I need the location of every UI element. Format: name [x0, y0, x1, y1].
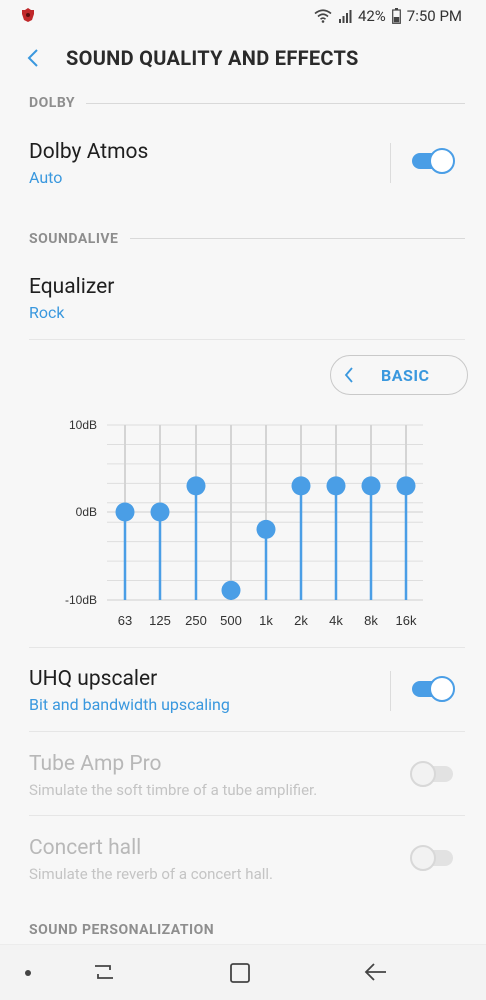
recent-apps-icon[interactable] [92, 961, 116, 983]
eq-band-knob[interactable] [186, 476, 206, 496]
eq-band-label: 1k [259, 613, 273, 628]
eq-band-label: 4k [329, 613, 343, 628]
back-chevron-icon[interactable] [22, 46, 46, 70]
basic-button-label: BASIC [381, 366, 430, 385]
eq-y-label: -10dB [65, 593, 97, 607]
uhq-subtitle: Bit and bandwidth upscaling [29, 695, 230, 714]
eq-band-knob[interactable] [256, 519, 276, 539]
eq-band-knob[interactable] [150, 502, 170, 522]
row-divider [29, 647, 465, 648]
eq-band-label: 125 [149, 613, 171, 628]
section-divider [86, 103, 465, 104]
chevron-left-icon [344, 367, 353, 383]
section-divider [130, 238, 465, 239]
section-sound-personalization: SOUND PERSONALIZATION [29, 922, 215, 938]
eq-band-label: 8k [364, 613, 378, 628]
tube-amp-subtitle: Simulate the soft timbre of a tube ampli… [29, 781, 318, 799]
row-divider [390, 671, 391, 711]
status-time: 7:50 PM [406, 7, 462, 25]
eq-band-label: 63 [118, 613, 132, 628]
signal-icon [338, 10, 352, 23]
eq-band-label: 16k [396, 613, 417, 628]
eq-band-knob[interactable] [361, 476, 381, 496]
battery-icon [391, 8, 401, 24]
eq-band-knob[interactable] [396, 476, 416, 496]
eq-band-knob[interactable] [291, 476, 311, 496]
wifi-icon [314, 9, 332, 23]
dolby-atmos-toggle[interactable] [410, 148, 455, 174]
basic-button[interactable]: BASIC [330, 355, 468, 395]
header: SOUND QUALITY AND EFFECTS [0, 32, 486, 84]
equalizer-graph[interactable]: 10dB 0dB -10dB 63 125 250 500 1k 2k 4k 8k 16k [0, 410, 486, 640]
equalizer-title: Equalizer [29, 275, 115, 299]
eq-band-label: 250 [185, 613, 207, 628]
battery-percent: 42% [357, 7, 386, 25]
section-soundalive: SOUNDALIVE [29, 231, 119, 247]
uhq-toggle[interactable] [410, 676, 455, 702]
concert-hall-title: Concert hall [29, 836, 142, 860]
eq-y-label: 10dB [69, 418, 97, 432]
navigation-bar [0, 944, 486, 1000]
toggle-thumb [410, 845, 436, 871]
eq-band-knob[interactable] [326, 476, 346, 496]
tube-amp-title: Tube Amp Pro [29, 752, 162, 776]
status-bar: 42% 7:50 PM [0, 0, 486, 32]
eq-band-label: 2k [294, 613, 308, 628]
eq-band-knob[interactable] [221, 580, 241, 600]
row-divider [390, 143, 391, 183]
tube-amp-toggle [410, 761, 455, 787]
toggle-thumb [410, 761, 436, 787]
dolby-atmos-title: Dolby Atmos [29, 140, 149, 164]
concert-hall-toggle [410, 845, 455, 871]
equalizer-preset: Rock [29, 303, 65, 322]
page-title: SOUND QUALITY AND EFFECTS [66, 46, 359, 70]
dot-icon [25, 970, 31, 976]
row-divider [29, 815, 465, 816]
concert-hall-subtitle: Simulate the reverb of a concert hall. [29, 865, 273, 883]
toggle-thumb [429, 676, 455, 702]
section-dolby: DOLBY [29, 95, 76, 111]
back-arrow-icon[interactable] [364, 961, 388, 983]
dolby-atmos-subtitle: Auto [29, 168, 63, 187]
toggle-thumb [429, 148, 455, 174]
eq-band-label: 500 [220, 613, 242, 628]
eq-band-knob[interactable] [115, 502, 135, 522]
uhq-title: UHQ upscaler [29, 667, 158, 691]
home-icon[interactable] [229, 962, 251, 984]
row-divider [29, 731, 465, 732]
eq-y-label: 0dB [76, 505, 97, 519]
row-divider [29, 339, 465, 340]
app-notification-icon [22, 8, 34, 22]
